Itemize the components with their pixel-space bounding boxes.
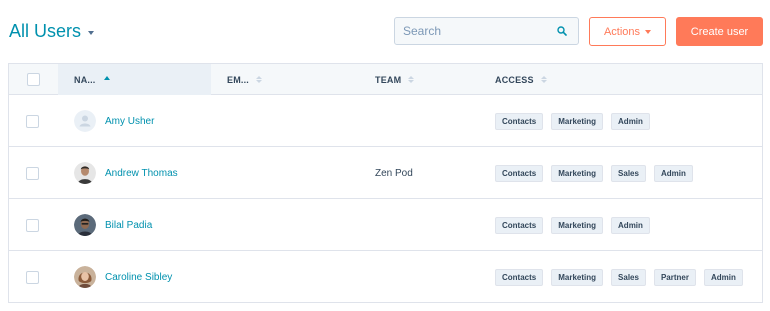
access-cell: Contacts Marketing Admin [495,199,650,251]
name-cell: Caroline Sibley [74,251,172,303]
column-header-access[interactable]: ACCESS [481,64,761,95]
create-user-button[interactable]: Create user [676,17,763,46]
access-badge: Admin [653,164,693,182]
name-cell: Bilal Padia [74,199,152,251]
sort-icon [256,76,263,83]
table-row[interactable]: Bilal Padia Contacts Marketing Admin [9,199,762,251]
column-header-label: TEAM [375,74,402,85]
row-checkbox[interactable] [26,270,39,284]
view-selector[interactable]: All Users [9,21,95,42]
row-checkbox[interactable] [26,218,39,232]
column-header-label: EM... [227,74,250,85]
user-avatar [74,266,96,288]
access-badge: Contacts [495,112,544,130]
access-cell: Contacts Marketing Sales Admin [495,147,693,199]
select-all-checkbox[interactable] [27,73,40,86]
access-badge: Marketing [551,164,604,182]
page-title: All Users [9,21,82,41]
access-badge: Sales [611,164,646,182]
column-header-label: NA... [74,74,96,85]
access-badge: Marketing [551,268,604,286]
search-icon[interactable] [557,26,567,36]
row-select-cell [26,95,39,147]
search-input[interactable] [395,18,545,44]
access-cell: Contacts Marketing Sales Partner Admin [495,251,743,303]
row-select-cell [26,199,39,251]
team-cell: Zen Pod [375,147,413,199]
row-checkbox[interactable] [26,166,39,180]
name-cell: Amy Usher [74,95,154,147]
header-select-cell [9,64,58,95]
sort-icon [408,76,415,83]
table-row[interactable]: Caroline Sibley Contacts Marketing Sales… [9,251,762,303]
access-badge: Contacts [495,268,544,286]
sort-ascending-icon [103,75,110,80]
default-avatar-icon [74,110,96,132]
team-name: Zen Pod [375,167,413,179]
access-badge: Contacts [495,216,544,234]
access-badge: Partner [653,268,696,286]
row-select-cell [26,251,39,303]
table-header: NA... EM... TEAM ACCESS [9,63,762,95]
page-header: All Users Actions Create user [0,0,770,62]
user-name-link[interactable]: Amy Usher [105,116,154,127]
access-cell: Contacts Marketing Admin [495,95,650,147]
access-badge: Contacts [495,164,544,182]
name-cell: Andrew Thomas [74,147,178,199]
create-user-button-label: Create user [690,25,749,38]
user-avatar [74,214,96,236]
row-checkbox[interactable] [26,114,39,128]
column-header-team[interactable]: TEAM [361,64,481,95]
column-header-name[interactable]: NA... [58,64,211,95]
caret-down-icon [88,30,95,35]
row-select-cell [26,147,39,199]
access-badge: Admin [611,112,650,130]
search-box [394,17,579,45]
actions-button-label: Actions [603,25,641,38]
actions-button[interactable]: Actions [589,17,666,46]
access-badge: Marketing [551,112,604,130]
users-table: NA... EM... TEAM ACCESS Amy Usher Contac… [8,63,763,303]
table-row[interactable]: Andrew Thomas Zen Pod Contacts Marketing… [9,147,762,199]
access-badge: Admin [703,268,743,286]
user-name-link[interactable]: Andrew Thomas [105,168,178,179]
user-name-link[interactable]: Bilal Padia [105,220,152,231]
column-header-label: ACCESS [495,74,534,85]
caret-down-icon [645,29,652,34]
access-badge: Marketing [551,216,604,234]
user-avatar [74,162,96,184]
table-row[interactable]: Amy Usher Contacts Marketing Admin [9,95,762,147]
access-badge: Admin [611,216,650,234]
sort-icon [540,76,547,83]
user-name-link[interactable]: Caroline Sibley [105,272,172,283]
column-header-email[interactable]: EM... [211,64,361,95]
access-badge: Sales [611,268,646,286]
